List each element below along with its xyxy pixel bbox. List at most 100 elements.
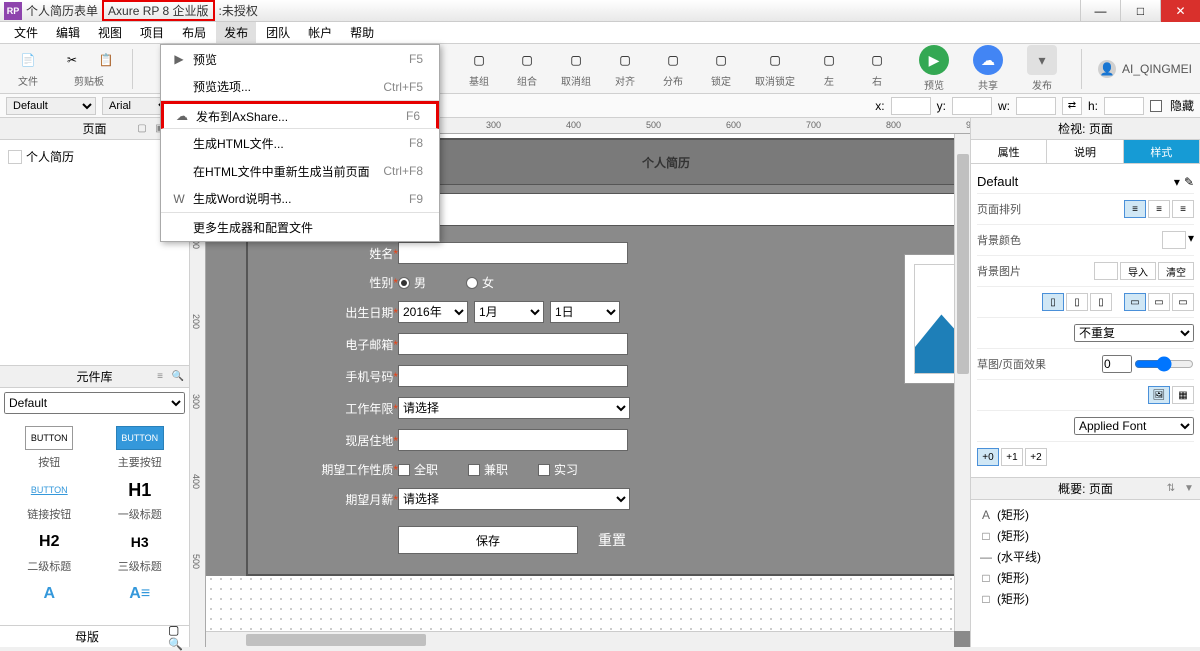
align-center-button[interactable]: ≡ bbox=[1148, 200, 1170, 218]
widget-item[interactable]: BUTTON链接按钮 bbox=[8, 478, 91, 522]
close-button[interactable]: ✕ bbox=[1160, 0, 1200, 22]
tool-icon[interactable]: ▢ bbox=[562, 49, 590, 71]
align-left-button[interactable]: ≡ bbox=[1124, 200, 1146, 218]
import-button[interactable]: 导入 bbox=[1120, 262, 1156, 280]
years-select[interactable]: 请选择 bbox=[398, 397, 630, 419]
widget-item[interactable]: H2二级标题 bbox=[8, 530, 91, 574]
repeat-select[interactable]: 不重复 bbox=[1074, 324, 1194, 342]
h-input[interactable] bbox=[1104, 97, 1144, 115]
valign-2-button[interactable]: ▭ bbox=[1148, 293, 1170, 311]
bgimg-swatch[interactable] bbox=[1094, 262, 1118, 280]
gray-mode-button[interactable]: ▦ bbox=[1172, 386, 1194, 404]
x-input[interactable] bbox=[891, 97, 931, 115]
birth-year-select[interactable]: 2016年 bbox=[398, 301, 468, 323]
scrollbar-vertical[interactable] bbox=[954, 134, 970, 631]
hidden-checkbox[interactable]: 隐藏 bbox=[1150, 97, 1194, 114]
intern-checkbox[interactable]: 实习 bbox=[538, 461, 578, 478]
minimize-button[interactable]: — bbox=[1080, 0, 1120, 22]
line-1-button[interactable]: +1 bbox=[1001, 448, 1023, 466]
lock-aspect-icon[interactable]: ⇄ bbox=[1062, 97, 1082, 115]
photo-placeholder[interactable] bbox=[904, 254, 954, 384]
outline-item[interactable]: □(矩形) bbox=[975, 525, 1196, 546]
widget-item[interactable]: BUTTON主要按钮 bbox=[99, 426, 182, 470]
master-search-icon[interactable]: 🔍 bbox=[168, 637, 183, 651]
widget-item[interactable]: A bbox=[8, 582, 91, 610]
fulltime-checkbox[interactable]: 全职 bbox=[398, 461, 438, 478]
tab-notes[interactable]: 说明 bbox=[1047, 140, 1123, 163]
library-select[interactable]: Default bbox=[4, 392, 185, 414]
valign-3-button[interactable]: ▭ bbox=[1172, 293, 1194, 311]
cut-icon[interactable]: ✂ bbox=[58, 49, 86, 71]
tool-icon[interactable]: ▢ bbox=[761, 49, 789, 71]
menu-项目[interactable]: 项目 bbox=[132, 22, 172, 43]
tab-properties[interactable]: 属性 bbox=[971, 140, 1047, 163]
widget-item[interactable]: BUTTON按钮 bbox=[8, 426, 91, 470]
file-icon[interactable]: 📄 bbox=[14, 49, 42, 71]
name-input[interactable] bbox=[398, 242, 628, 264]
clear-button[interactable]: 清空 bbox=[1158, 262, 1194, 280]
tool-icon[interactable]: ▢ bbox=[863, 49, 891, 71]
lib-search-icon[interactable]: 🔍 bbox=[171, 370, 185, 384]
gender-female-radio[interactable]: 女 bbox=[466, 274, 494, 291]
tool-icon[interactable]: ▢ bbox=[659, 49, 687, 71]
outline-item[interactable]: □(矩形) bbox=[975, 588, 1196, 609]
address-input[interactable] bbox=[398, 429, 628, 451]
style-dropdown-icon[interactable]: ▾ bbox=[1174, 175, 1180, 189]
parttime-checkbox[interactable]: 兼职 bbox=[468, 461, 508, 478]
w-input[interactable] bbox=[1016, 97, 1056, 115]
email-input[interactable] bbox=[398, 333, 628, 355]
page-item[interactable]: 个人简历 bbox=[6, 146, 183, 167]
halign-1-button[interactable]: ▯ bbox=[1042, 293, 1064, 311]
paste-icon[interactable]: 📋 bbox=[92, 49, 120, 71]
line-0-button[interactable]: +0 bbox=[977, 448, 999, 466]
birth-month-select[interactable]: 1月 bbox=[474, 301, 544, 323]
style-select[interactable]: Default bbox=[6, 97, 96, 115]
menu-发布[interactable]: 发布 bbox=[216, 22, 256, 43]
halign-2-button[interactable]: ▯ bbox=[1066, 293, 1088, 311]
font-apply-select[interactable]: Applied Font bbox=[1074, 417, 1194, 435]
style-edit-icon[interactable]: ✎ bbox=[1184, 175, 1194, 189]
outline-sort-icon[interactable]: ⇅ bbox=[1164, 482, 1178, 496]
line-2-button[interactable]: +2 bbox=[1025, 448, 1047, 466]
save-button[interactable]: 保存 bbox=[398, 526, 578, 554]
menu-item[interactable]: 预览选项...Ctrl+F5 bbox=[161, 73, 439, 101]
menu-item[interactable]: 生成HTML文件...F8 bbox=[161, 129, 439, 157]
align-right-button[interactable]: ≡ bbox=[1172, 200, 1194, 218]
outline-item[interactable]: —(水平线) bbox=[975, 546, 1196, 567]
master-add-icon[interactable]: ▢ bbox=[168, 623, 183, 637]
tool-icon[interactable]: ▢ bbox=[815, 49, 843, 71]
publish-button[interactable]: ▾ bbox=[1027, 45, 1057, 75]
color-mode-button[interactable]: 🖼 bbox=[1148, 386, 1170, 404]
salary-select[interactable]: 请选择 bbox=[398, 488, 630, 510]
bgcolor-swatch[interactable] bbox=[1162, 231, 1186, 249]
menu-视图[interactable]: 视图 bbox=[90, 22, 130, 43]
phone-input[interactable] bbox=[398, 365, 628, 387]
menu-帮助[interactable]: 帮助 bbox=[342, 22, 382, 43]
user-badge[interactable]: 👤 AI_QINGMEI bbox=[1098, 60, 1192, 78]
widget-item[interactable]: A≡ bbox=[99, 582, 182, 610]
scrollbar-horizontal[interactable] bbox=[206, 631, 954, 647]
add-page-icon[interactable]: ▢ bbox=[135, 122, 149, 136]
menu-item[interactable]: ▶预览F5 bbox=[161, 45, 439, 73]
menu-帐户[interactable]: 帐户 bbox=[300, 22, 340, 43]
menu-item[interactable]: 在HTML文件中重新生成当前页面Ctrl+F8 bbox=[161, 157, 439, 185]
halign-3-button[interactable]: ▯ bbox=[1090, 293, 1112, 311]
reset-link[interactable]: 重置 bbox=[598, 530, 626, 550]
widget-item[interactable]: H3三级标题 bbox=[99, 530, 182, 574]
tool-icon[interactable]: ▢ bbox=[465, 49, 493, 71]
menu-item[interactable]: W生成Word说明书...F9 bbox=[161, 185, 439, 213]
outline-item[interactable]: □(矩形) bbox=[975, 567, 1196, 588]
birth-day-select[interactable]: 1日 bbox=[550, 301, 620, 323]
gender-male-radio[interactable]: 男 bbox=[398, 274, 426, 291]
menu-item[interactable]: 更多生成器和配置文件 bbox=[161, 213, 439, 241]
widget-item[interactable]: H1一级标题 bbox=[99, 478, 182, 522]
y-input[interactable] bbox=[952, 97, 992, 115]
valign-1-button[interactable]: ▭ bbox=[1124, 293, 1146, 311]
menu-item[interactable]: ☁发布到AxShare...F6 bbox=[161, 101, 439, 129]
tool-icon[interactable]: ▢ bbox=[513, 49, 541, 71]
menu-编辑[interactable]: 编辑 bbox=[48, 22, 88, 43]
style-name-input[interactable] bbox=[977, 174, 1170, 189]
preview-button[interactable]: ▶ bbox=[919, 45, 949, 75]
tool-icon[interactable]: ▢ bbox=[707, 49, 735, 71]
maximize-button[interactable]: □ bbox=[1120, 0, 1160, 22]
